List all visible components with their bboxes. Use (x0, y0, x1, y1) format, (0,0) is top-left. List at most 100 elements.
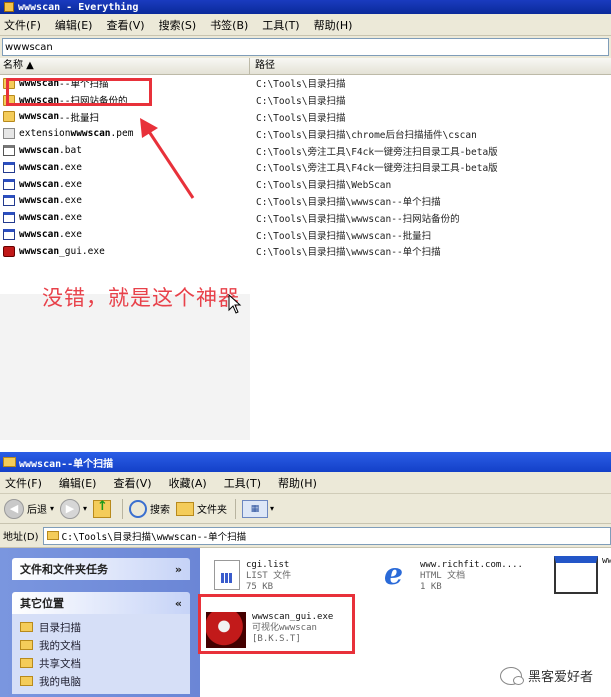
result-name-post: .exe (59, 212, 82, 224)
file-folder-tasks-header[interactable]: 文件和文件夹任务 » (12, 558, 190, 580)
collapse-chevron-icon: « (174, 596, 182, 610)
result-name: wwwscan .exe (0, 229, 250, 241)
result-row[interactable]: extension wwwscan .pem C:\Tools\目录扫描\chrome… (0, 125, 611, 142)
other-place-link[interactable]: 我的电脑 (20, 672, 182, 690)
search-button[interactable]: 搜索 (129, 499, 170, 518)
expand-chevron-icon: » (174, 562, 182, 576)
up-button[interactable] (93, 499, 114, 518)
other-place-link[interactable]: 目录扫描 (20, 618, 182, 636)
file-type: LIST 文件 (246, 571, 292, 581)
other-places-header[interactable]: 其它位置 « (12, 592, 190, 614)
result-name-bold: wwwscan (19, 161, 60, 173)
window-title: wwwscan - Everything (18, 1, 139, 13)
result-name-post: --批量扫 (59, 112, 99, 124)
file-name: www.richfit.com.... (420, 560, 523, 570)
result-path: C:\Tools\目录扫描\wwwscan--扫网站备份的 (256, 213, 460, 225)
other-places-title: 其它位置 (20, 597, 64, 610)
menu-bookmarks[interactable]: 书签(B) (210, 17, 248, 33)
result-row[interactable]: wwwscan .exe C:\Tools\旁注工具\F4ck一键旁注扫目录工具-b… (0, 159, 611, 176)
result-name: wwwscan .exe (0, 161, 250, 173)
pem-file-icon (3, 128, 15, 140)
result-name: wwwscan _gui.exe (0, 245, 250, 257)
result-name-bold: wwwscan (19, 145, 60, 157)
result-name: extension wwwscan .pem (0, 128, 250, 140)
result-name: wwwscan .exe (0, 195, 250, 207)
dropdown-arrow-icon: ▾ (50, 504, 55, 513)
result-name-bold: wwwscan (70, 128, 111, 140)
search-input[interactable] (2, 38, 609, 56)
address-input[interactable]: C:\Tools\目录扫描\wwwscan--单个扫描 (42, 526, 611, 545)
highlight-box (6, 78, 152, 106)
result-name: wwwscan .exe (0, 212, 250, 224)
menu-edit[interactable]: 编辑(E) (55, 17, 93, 33)
result-name-bold: wwwscan (19, 212, 60, 224)
result-row[interactable]: wwwscan .exe C:\Tools\目录扫描\WebScan (0, 176, 611, 193)
forward-button[interactable]: ▶ ▾ (60, 498, 87, 519)
result-path: C:\Tools\目录扫描 (256, 79, 346, 91)
menu-edit[interactable]: 编辑(E) (59, 475, 97, 491)
result-name-bold: wwwscan (19, 178, 60, 190)
everything-title-bar[interactable]: wwwscan - Everything (0, 0, 611, 14)
other-place-link[interactable]: 共享文档 (20, 654, 182, 672)
result-row[interactable]: wwwscan .exe C:\Tools\目录扫描\wwwscan--批量扫 (0, 226, 611, 243)
menu-tools[interactable]: 工具(T) (262, 17, 299, 33)
menu-file[interactable]: 文件(F) (5, 475, 42, 491)
result-row[interactable]: wwwscan --批量扫 C:\Tools\目录扫描 (0, 109, 611, 126)
address-text: C:\Tools\目录扫描\wwwscan--单个扫描 (61, 531, 247, 543)
file-item[interactable]: e www.richfit.com.... HTML 文档 1 KB (384, 560, 523, 593)
menu-favorites[interactable]: 收藏(A) (169, 475, 207, 491)
highlight-box (198, 594, 355, 654)
result-path: C:\Tools\目录扫描 (256, 112, 346, 124)
menu-search[interactable]: 搜索(S) (159, 17, 197, 33)
back-button[interactable]: ◀ 后退 ▾ (4, 498, 55, 519)
result-name-post: _gui.exe (59, 245, 105, 257)
bat-file-icon (3, 145, 15, 157)
menu-file[interactable]: 文件(F) (4, 17, 41, 33)
menu-help[interactable]: 帮助(H) (314, 17, 353, 33)
file-file-icon (3, 195, 15, 207)
file-file-icon (3, 161, 15, 173)
explorer-title-bar[interactable]: wwwscan--单个扫描 (0, 452, 611, 472)
file-info: cgi.list LIST 文件 75 KB (246, 560, 291, 593)
views-icon: ▦ (242, 499, 269, 518)
back-arrow-icon: ◀ (4, 498, 24, 519)
folders-button[interactable]: 文件夹 (176, 501, 227, 516)
forward-arrow-icon: ▶ (60, 498, 81, 519)
address-bar: 地址(D) C:\Tools\目录扫描\wwwscan--单个扫描 (0, 524, 611, 548)
result-row[interactable]: wwwscan .bat C:\Tools\旁注工具\F4ck一键旁注扫目录工具-b… (0, 142, 611, 159)
explorer-window-title: wwwscan--单个扫描 (19, 458, 114, 470)
search-bar (0, 36, 611, 58)
result-row[interactable]: wwwscan .exe C:\Tools\目录扫描\wwwscan--扫网站备份的 (0, 209, 611, 226)
explorer-menu-bar: 文件(F) 编辑(E) 查看(V) 收藏(A) 工具(T) 帮助(H) (0, 472, 611, 494)
result-name-pre: extension (19, 128, 71, 140)
file-item[interactable]: cgi.list LIST 文件 75 KB (214, 560, 291, 593)
result-row[interactable]: wwwscan _gui.exe C:\Tools\目录扫描\wwwscan--单个… (0, 243, 611, 260)
file-item[interactable]: ww (554, 556, 611, 594)
dropdown-arrow-icon: ▾ (270, 504, 275, 513)
explorer-toolbar: ◀ 后退 ▾ ▶ ▾ 搜索 文件夹 ▦ ▾ (0, 494, 611, 524)
menu-view[interactable]: 查看(V) (106, 17, 144, 33)
file-info: ww (602, 556, 611, 567)
menu-help[interactable]: 帮助(H) (278, 475, 317, 491)
folder-up-icon (93, 499, 112, 518)
menu-view[interactable]: 查看(V) (113, 475, 151, 491)
menu-tools[interactable]: 工具(T) (224, 475, 261, 491)
result-path: C:\Tools\目录扫描\wwwscan--单个扫描 (256, 247, 441, 259)
file-file-icon (3, 178, 15, 190)
column-header-path[interactable]: 路径 (250, 58, 611, 74)
file-type: HTML 文档 (420, 571, 466, 581)
result-name: wwwscan .exe (0, 178, 250, 190)
back-label: 后退 (27, 505, 47, 516)
result-row[interactable]: wwwscan .exe C:\Tools\目录扫描\wwwscan--单个扫描 (0, 193, 611, 210)
folders-label: 文件夹 (197, 505, 228, 516)
result-path: C:\Tools\目录扫描\wwwscan--批量扫 (256, 230, 432, 242)
toolbar-separator (122, 498, 124, 519)
file-name: ww (602, 556, 611, 566)
everything-window: wwwscan - Everything 文件(F) 编辑(E) 查看(V) 搜… (0, 0, 611, 440)
column-header-name[interactable]: 名称 ▲ (0, 58, 250, 74)
views-button[interactable]: ▦ ▾ (242, 499, 275, 518)
result-name-bold: wwwscan (19, 111, 60, 123)
mouse-cursor-icon (228, 294, 242, 314)
result-name-bold: wwwscan (19, 195, 60, 207)
other-place-link[interactable]: 我的文档 (20, 636, 182, 654)
